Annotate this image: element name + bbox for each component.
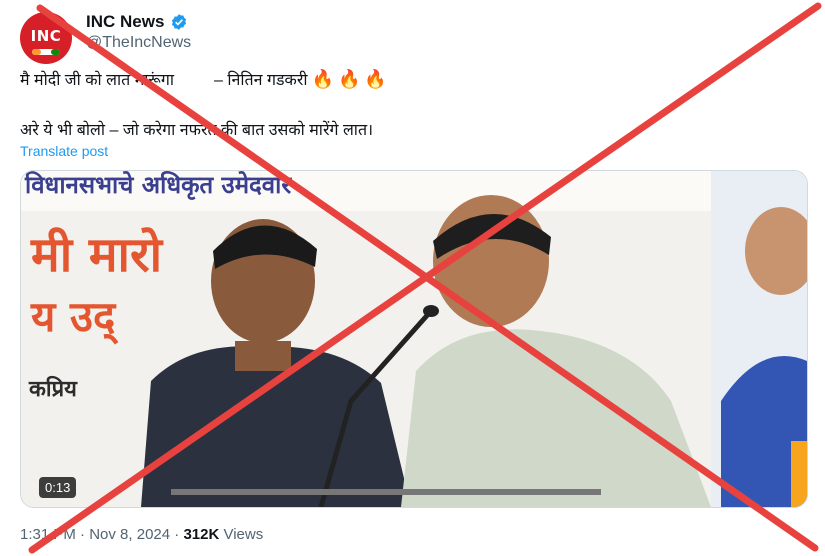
post-meta: 1:31 PM · Nov 8, 2024 · 312K Views [20,526,263,543]
post-text-quote: मै मोदी जी को लात मारूंगा [20,72,175,89]
avatar-logo-text: INC [30,27,62,45]
video-frame: विधानसभाचे अधिकृत उमेदवार मी मारो य उद् … [21,171,807,507]
post-time[interactable]: 1:31 PM [20,526,76,543]
banner-text-main: मी मारो [30,227,164,283]
banner-text-sub: य उद् [30,292,119,345]
avatar[interactable]: INC [20,12,72,64]
verified-badge-icon [172,14,187,30]
post-text-line-1: मै मोदी जी को लात मारूंगा – नितिन गडकरी … [20,68,387,90]
video-duration-badge: 0:13 [39,477,77,498]
fire-emoji-icon: 🔥 [337,68,361,89]
banner-text-top: विधानसभाचे अधिकृत उमेदवार [24,171,292,200]
fire-emoji-icon: 🔥 [364,68,387,89]
post-date[interactable]: Nov 8, 2024 [89,526,170,543]
author-handle[interactable]: @TheIncNews [86,34,191,52]
author-name-row[interactable]: INC News [86,12,188,32]
banner-text-small: कप्रिय [28,375,78,402]
post-text-attribution: – नितिन गडकरी [214,72,308,89]
translate-post-link[interactable]: Translate post [20,143,108,159]
video-player[interactable]: विधानसभाचे अधिकृत उमेदवार मी मारो य उद् … [20,170,808,508]
display-name[interactable]: INC News [86,12,164,32]
fire-emoji-icon: 🔥 [311,68,334,89]
views-label: Views [223,526,264,543]
meta-separator: · [174,526,180,543]
hand-logo-icon [32,49,60,55]
views-count: 312K [183,526,220,543]
post-text-line-2: अरे ये भी बोलो – जो करेगा नफरत की बात उस… [20,122,374,139]
meta-separator: · [80,526,86,543]
